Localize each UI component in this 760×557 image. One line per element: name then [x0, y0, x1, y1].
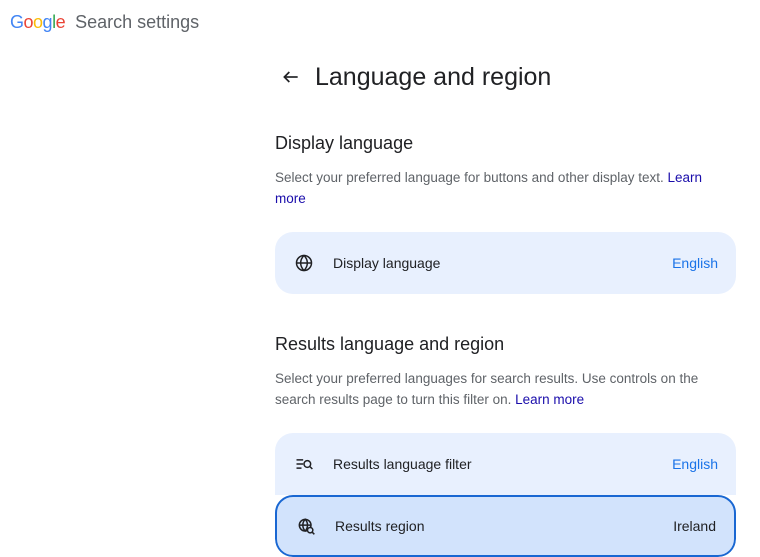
page-title: Language and region: [315, 63, 551, 92]
display-language-label: Display language: [333, 255, 440, 271]
results-language-filter-card[interactable]: Results language filter English: [275, 433, 736, 495]
results-section: Results language and region Select your …: [275, 334, 736, 557]
display-language-description: Select your preferred language for butto…: [275, 168, 736, 210]
results-region-card[interactable]: Results region Ireland: [275, 495, 736, 557]
results-filter-value: English: [672, 456, 718, 472]
arrow-left-icon: [280, 66, 302, 88]
display-language-card[interactable]: Display language English: [275, 232, 736, 294]
display-language-section: Display language Select your preferred l…: [275, 133, 736, 294]
results-filter-label: Results language filter: [333, 456, 472, 472]
results-description: Select your preferred languages for sear…: [275, 369, 736, 411]
google-logo[interactable]: Google: [10, 12, 65, 33]
globe-icon: [293, 252, 315, 274]
app-title: Search settings: [75, 12, 199, 33]
results-region-value: Ireland: [673, 518, 716, 534]
back-button[interactable]: [275, 61, 307, 93]
display-language-heading: Display language: [275, 133, 736, 154]
results-learn-more-link[interactable]: Learn more: [515, 392, 584, 407]
language-filter-icon: [293, 453, 315, 475]
results-heading: Results language and region: [275, 334, 736, 355]
display-language-value: English: [672, 255, 718, 271]
region-search-icon: [295, 515, 317, 537]
results-region-label: Results region: [335, 518, 425, 534]
header-bar: Google Search settings: [0, 0, 760, 33]
